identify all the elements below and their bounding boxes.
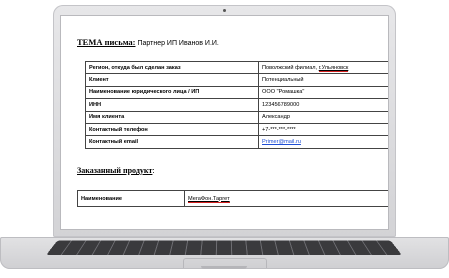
product-key: Наименование xyxy=(77,190,185,207)
subject-label: ТЕМА письма: xyxy=(77,37,136,47)
row-key-inn: ИНН xyxy=(85,98,259,112)
order-info-table: Регион, откуда был сделан заказ Поволжск… xyxy=(85,60,388,149)
row-value-client-name: Александр xyxy=(258,110,388,124)
camera-icon xyxy=(223,9,226,12)
row-value-phone: +7-***-***-**** xyxy=(258,122,388,137)
product-table: Наименование МегаФон.Таргет xyxy=(77,190,388,207)
row-key-email: Контактный email xyxy=(85,135,259,149)
table-row: ИНН 123456789000 xyxy=(85,98,388,112)
row-value-region: Поволжский филиал, г.Ульяновск xyxy=(258,60,388,75)
row-key-client: Клиент xyxy=(85,73,259,87)
table-row: Клиент Потенциальный xyxy=(85,73,388,87)
email-subject: ТЕМА письма: Партнер ИП Иванов И.И. xyxy=(77,37,219,47)
product-value-cell: МегаФон.Таргет xyxy=(184,190,388,207)
row-key-client-name: Имя клиента xyxy=(85,110,259,124)
row-value-client: Потенциальный xyxy=(258,73,388,87)
laptop-lid: ТЕМА письма: Партнер ИП Иванов И.И. Реги… xyxy=(53,5,396,237)
base-notch xyxy=(201,266,247,269)
row-key-region: Регион, откуда был сделан заказ xyxy=(85,60,259,75)
keyboard xyxy=(46,240,402,255)
table-row: Контактный телефон +7-***-***-**** xyxy=(85,122,388,137)
row-key-phone: Контактный телефон xyxy=(85,122,259,137)
table-row: Наименование МегаФон.Таргет xyxy=(77,190,388,207)
table-row: Имя клиента Александр xyxy=(85,110,388,124)
row-value-legal-name: ООО "Ромашка" xyxy=(258,85,388,100)
row-key-legal-name: Наименование юридического лица / ИП xyxy=(85,85,259,100)
table-row: Контактный email Primer@mail.ru xyxy=(85,135,388,149)
email-link[interactable]: Primer@mail.ru xyxy=(262,139,301,145)
product-heading: Заказанный продукт: xyxy=(77,166,155,175)
table-row: Наименование юридического лица / ИП ООО … xyxy=(85,85,388,100)
product-value: МегаФон.Таргет xyxy=(188,195,230,203)
table-row: Регион, откуда был сделан заказ Поволжск… xyxy=(85,60,388,75)
city-link[interactable]: г.Ульяновск xyxy=(318,64,349,72)
subject-text: Партнер ИП Иванов И.И. xyxy=(137,40,219,47)
laptop-screen: ТЕМА письма: Партнер ИП Иванов И.И. Реги… xyxy=(61,16,388,229)
row-value-email: Primer@mail.ru xyxy=(258,135,388,149)
laptop-base xyxy=(0,237,449,269)
row-value-inn: 123456789000 xyxy=(258,98,388,112)
